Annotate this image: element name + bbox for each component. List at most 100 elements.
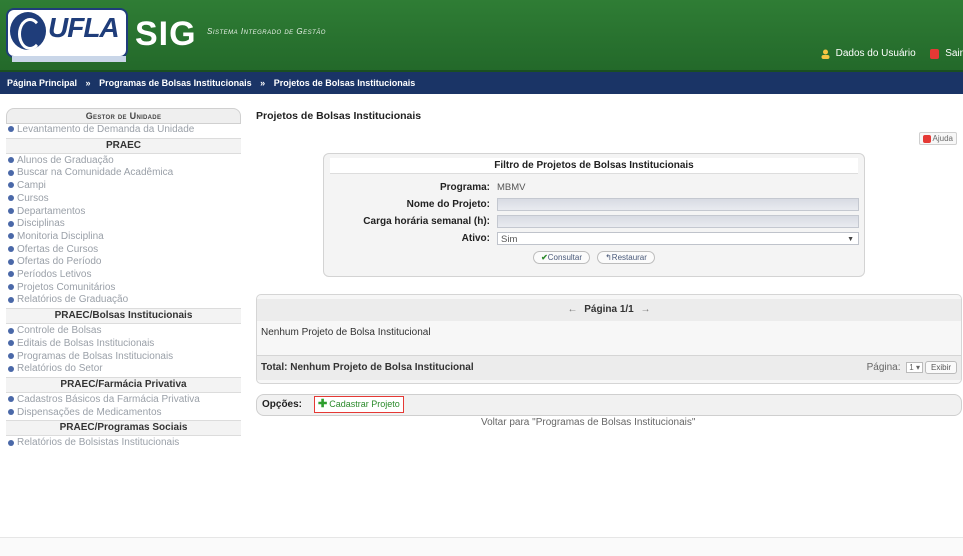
sidebar-item[interactable]: Controle de Bolsas — [6, 325, 241, 338]
status-bar — [0, 537, 963, 556]
sidebar-item-label: Relatórios de Graduação — [17, 294, 129, 306]
sidebar-item-label: Levantamento de Demanda da Unidade — [17, 124, 195, 135]
page-select-value: 1 — [909, 363, 914, 372]
user-links: Dados do Usuário Sair — [821, 48, 963, 59]
sidebar: Gestor de Unidade Levantamento de Demand… — [6, 108, 241, 548]
sidebar-item-label: Campi — [17, 180, 46, 192]
bullet-icon — [8, 340, 14, 347]
sidebar-item-label: Relatórios do Setor — [17, 363, 103, 375]
sidebar-item-label: Dispensações de Medicamentos — [17, 406, 162, 418]
breadcrumb-current: Projetos de Bolsas Institucionais — [273, 78, 416, 88]
bullet-icon — [8, 182, 14, 189]
sidebar-title: Gestor de Unidade — [6, 108, 241, 124]
app-name: SIG — [135, 15, 197, 53]
sidebar-item[interactable]: Editais de Bolsas Institucionais — [6, 338, 241, 351]
sidebar-item[interactable]: Cadastros Básicos da Farmácia Privativa — [6, 394, 241, 407]
bullet-icon — [8, 327, 14, 334]
options-bar: Opções: ✚ Cadastrar Projeto — [256, 394, 962, 416]
prev-page-icon[interactable]: ← — [567, 304, 577, 315]
help-button[interactable]: Ajuda — [918, 132, 957, 145]
logo-emblem-icon — [10, 12, 46, 50]
sidebar-item-label: Monitoria Disciplina — [17, 230, 104, 242]
header-bar: UFLA SIG Sistema Integrado de Gestão Dad… — [0, 0, 963, 72]
app-subtitle: Sistema Integrado de Gestão — [207, 27, 326, 36]
carga-label: Carga horária semanal (h): — [363, 216, 490, 227]
page-select[interactable]: 1 ▾ — [906, 362, 923, 373]
sidebar-item[interactable]: Ofertas do Período — [6, 256, 241, 269]
sidebar-item-label: Controle de Bolsas — [17, 325, 102, 337]
back-link[interactable]: Voltar para "Programas de Bolsas Institu… — [481, 417, 695, 428]
exit-icon — [930, 48, 940, 59]
sidebar-item-label: Ofertas do Período — [17, 256, 102, 268]
sidebar-section-heading: PRAEC/Bolsas Institucionais — [6, 308, 241, 325]
active-select-value: Sim — [501, 234, 518, 245]
sidebar-item[interactable]: Relatórios de Graduação — [6, 294, 241, 307]
sidebar-item[interactable]: Alunos de Graduação — [6, 155, 241, 168]
breadcrumb-programs[interactable]: Programas de Bolsas Institucionais — [99, 78, 252, 88]
exibir-button[interactable]: Exibir — [924, 361, 957, 374]
total-row: Total: Nenhum Projeto de Bolsa Instituci… — [257, 355, 961, 380]
empty-message: Nenhum Projeto de Bolsa Institucional — [261, 327, 431, 338]
bullet-icon — [8, 365, 14, 372]
programa-label: Programa: — [439, 182, 490, 193]
user-data-link[interactable]: Dados do Usuário — [836, 48, 916, 59]
sidebar-item[interactable]: Dispensações de Medicamentos — [6, 407, 241, 420]
nome-label: Nome do Projeto: — [406, 199, 490, 210]
pager: ← Página 1/1 → — [257, 299, 961, 321]
sidebar-item-label: Alunos de Graduação — [17, 154, 114, 166]
restaurar-button[interactable]: ↰Restaurar — [597, 251, 655, 264]
bullet-icon — [8, 271, 14, 278]
bullet-icon — [8, 126, 14, 133]
bullet-icon — [8, 220, 14, 227]
filter-panel: Filtro de Projetos de Bolsas Institucion… — [323, 153, 865, 277]
sidebar-item-label: Programas de Bolsas Institucionais — [17, 350, 174, 362]
ufla-logo[interactable]: UFLA — [6, 8, 128, 62]
sidebar-item[interactable]: Relatórios de Bolsistas Institucionais — [6, 437, 241, 450]
filter-row-carga: Carga horária semanal (h): — [324, 215, 864, 229]
sidebar-item[interactable]: Projetos Comunitários — [6, 282, 241, 295]
breadcrumb-home[interactable]: Página Principal — [7, 78, 77, 88]
weekly-hours-input[interactable] — [497, 215, 859, 228]
sidebar-item[interactable]: Disciplinas — [6, 218, 241, 231]
cadastrar-projeto-button[interactable]: ✚ Cadastrar Projeto — [314, 396, 404, 413]
sidebar-item[interactable]: Relatórios do Setor — [6, 363, 241, 376]
breadcrumb-separator: » — [260, 78, 266, 88]
sidebar-item[interactable]: Períodos Letivos — [6, 269, 241, 282]
sidebar-item[interactable]: Cursos — [6, 193, 241, 206]
sidebar-item[interactable]: Ofertas de Cursos — [6, 244, 241, 257]
next-page-icon[interactable]: → — [641, 304, 651, 315]
sidebar-item-label: Cadastros Básicos da Farmácia Privativa — [17, 393, 200, 405]
exit-link[interactable]: Sair — [945, 48, 963, 59]
bullet-icon — [8, 195, 14, 202]
bullet-icon — [8, 296, 14, 303]
help-icon — [922, 134, 931, 143]
sidebar-item-label: Relatórios de Bolsistas Institucionais — [17, 437, 180, 449]
sidebar-item[interactable]: Levantamento de Demanda da Unidade — [6, 124, 241, 137]
sidebar-item[interactable]: Programas de Bolsas Institucionais — [6, 351, 241, 364]
sidebar-section-heading: PRAEC — [6, 137, 241, 154]
sidebar-item-label: Disciplinas — [17, 218, 65, 230]
bullet-icon — [8, 396, 14, 403]
ativo-label: Ativo: — [461, 233, 490, 244]
sidebar-item[interactable]: Departamentos — [6, 206, 241, 219]
sidebar-item[interactable]: Monitoria Disciplina — [6, 231, 241, 244]
logo-text: UFLA — [48, 12, 120, 43]
help-label: Ajuda — [932, 134, 953, 143]
sidebar-item[interactable]: Buscar na Comunidade Acadêmica — [6, 167, 241, 180]
sidebar-item-label: Projetos Comunitários — [17, 281, 116, 293]
bullet-icon — [8, 352, 14, 359]
sidebar-item[interactable]: Campi — [6, 180, 241, 193]
sidebar-item-label: Ofertas de Cursos — [17, 243, 99, 255]
consultar-button[interactable]: ✔Consultar — [533, 251, 591, 264]
filter-title: Filtro de Projetos de Bolsas Institucion… — [330, 158, 858, 174]
page-label: Página: — [866, 362, 901, 373]
active-select[interactable]: Sim ▼ — [497, 232, 859, 245]
page-title: Projetos de Bolsas Institucionais — [256, 110, 422, 122]
bullet-icon — [8, 207, 14, 214]
chevron-down-icon: ▼ — [847, 236, 854, 243]
sidebar-item-label: Períodos Letivos — [17, 269, 92, 281]
breadcrumb-separator: » — [85, 78, 91, 88]
project-name-input[interactable] — [497, 198, 859, 211]
filter-buttons: ✔Consultar ↰Restaurar — [324, 251, 864, 264]
sidebar-item-label: Cursos — [17, 192, 49, 204]
